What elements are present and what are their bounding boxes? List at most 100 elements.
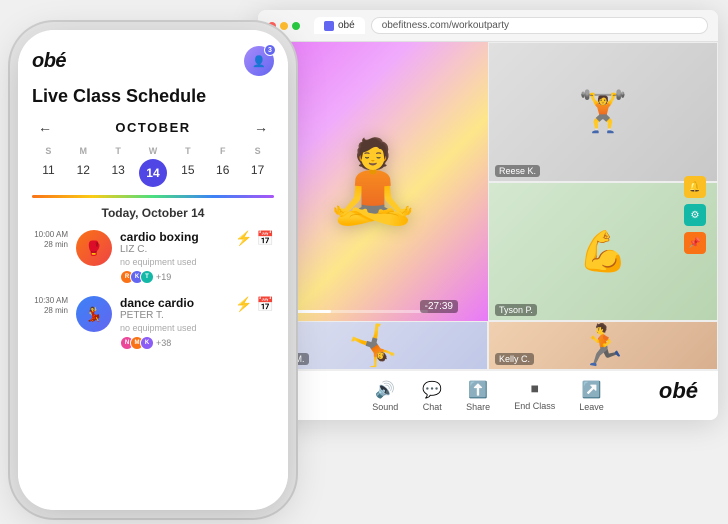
calendar-days: S M T W T F S 11 12 13 14 15 16 17 [32, 145, 274, 187]
class-instructor-2: PETER T. [120, 310, 227, 321]
next-month-button[interactable]: → [248, 117, 274, 137]
class-item-1: 10:00 AM 28 min 🥊 cardio boxing LIZ C. n… [32, 230, 274, 284]
class-time-1: 10:00 AM 28 min [32, 230, 68, 251]
day-header-m: M [67, 145, 100, 157]
video-grid: 🧘 -27:39 🏋️ Reese K. 💪 Tyson P. 🤸 Sandi … [258, 42, 718, 370]
browser-window-controls [268, 22, 300, 30]
schedule-title: Live Class Schedule [32, 86, 274, 107]
phone-screen: obé 👤 3 Live Class Schedule ← OCTOBER → … [18, 30, 288, 510]
class-instructor-1: LIZ C. [120, 244, 227, 255]
class-participants-1: R K T +19 [120, 270, 227, 284]
browser-tab[interactable]: obé [314, 17, 365, 34]
day-header-s2: S [241, 145, 274, 157]
calendar-add-icon-1[interactable]: 📅 [257, 230, 274, 247]
share-icon: ⬆️ [468, 380, 488, 400]
participant-count-1: +19 [156, 272, 171, 282]
leave-icon: ↗️ [582, 380, 602, 400]
chat-icon: 💬 [422, 380, 442, 400]
participant-video-4: 🏃 Kelly C. [488, 321, 718, 370]
participant-name-2: Tyson P. [495, 304, 537, 316]
browser-content: 🧘 -27:39 🏋️ Reese K. 💪 Tyson P. 🤸 Sandi … [258, 42, 718, 420]
browser-bar: obé obefitness.com/workoutparty [258, 10, 718, 42]
tab-title: obé [338, 20, 355, 31]
day-11[interactable]: 11 [32, 159, 65, 187]
class-equipment-1: no equipment used [120, 257, 227, 267]
day-16[interactable]: 16 [206, 159, 239, 187]
maximize-window-button[interactable] [292, 22, 300, 30]
class-thumbnail-1: 🥊 [76, 230, 112, 266]
participant-avatars-1: R K T [120, 270, 154, 284]
sound-icon: 🔊 [375, 380, 395, 400]
day-12[interactable]: 12 [67, 159, 100, 187]
class-participants-2: N M K +38 [120, 336, 227, 350]
leave-button[interactable]: ↗️ Leave [579, 380, 604, 412]
participant-avatar-2c: K [140, 336, 154, 350]
url-bar[interactable]: obefitness.com/workoutparty [371, 17, 708, 34]
end-class-button[interactable]: ⏹ End Class [514, 381, 555, 411]
sound-button[interactable]: 🔊 Sound [372, 380, 398, 412]
participant-name-1: Reese K. [495, 165, 540, 177]
phone-mockup: obé 👤 3 Live Class Schedule ← OCTOBER → … [18, 30, 288, 510]
participant-avatar-1c: T [140, 270, 154, 284]
participant-figure-1: 🏋️ [489, 43, 717, 181]
day-15[interactable]: 15 [171, 159, 204, 187]
browser-mockup: obé obefitness.com/workoutparty 🧘 -27:39… [258, 10, 718, 420]
share-label: Share [466, 402, 490, 412]
day-17[interactable]: 17 [241, 159, 274, 187]
participant-name-4: Kelly C. [495, 353, 534, 365]
leave-label: Leave [579, 402, 604, 412]
video-toolbar: 🔊 Sound 💬 Chat ⬆️ Share ⏹ End Class ↗️ L… [258, 370, 718, 420]
prev-month-button[interactable]: ← [32, 117, 58, 137]
close-window-button[interactable] [268, 22, 276, 30]
chat-label: Chat [423, 402, 442, 412]
participant-figure-2: 💪 [489, 183, 717, 321]
class-name-2: dance cardio [120, 296, 227, 310]
class-item-2: 10:30 AM 28 min 💃 dance cardio PETER T. … [32, 296, 274, 350]
class-equipment-2: no equipment used [120, 323, 227, 333]
class-info-1: cardio boxing LIZ C. no equipment used R… [120, 230, 227, 284]
day-header-s1: S [32, 145, 65, 157]
right-control-1[interactable]: 🔔 [684, 176, 706, 198]
participant-count-2: +38 [156, 338, 171, 348]
gradient-line [32, 195, 274, 198]
video-timer: -27:39 [420, 300, 458, 313]
avatar-badge: 3 [264, 44, 276, 56]
phone-logo: obé [32, 50, 66, 73]
minimize-window-button[interactable] [280, 22, 288, 30]
month-label: OCTOBER [115, 120, 190, 135]
today-label: Today, October 14 [32, 206, 274, 220]
day-header-t2: T [171, 145, 204, 157]
sound-label: Sound [372, 402, 398, 412]
class-info-2: dance cardio PETER T. no equipment used … [120, 296, 227, 350]
right-controls: 🔔 ⚙ 📌 [684, 176, 706, 254]
phone-header: obé 👤 3 [32, 46, 274, 76]
instructor-figure: 🧘 [323, 135, 423, 229]
class-actions-2: ⚡ 📅 [235, 296, 274, 313]
day-header-t1: T [102, 145, 135, 157]
end-class-label: End Class [514, 401, 555, 411]
calendar-add-icon-2[interactable]: 📅 [257, 296, 274, 313]
end-class-icon: ⏹ [531, 381, 539, 399]
filter-icon-1[interactable]: ⚡ [235, 230, 252, 247]
month-nav: ← OCTOBER → [32, 117, 274, 137]
obe-watermark: obé [659, 378, 698, 404]
right-control-2[interactable]: ⚙ [684, 204, 706, 226]
class-time-2: 10:30 AM 28 min [32, 296, 68, 317]
right-control-3[interactable]: 📌 [684, 232, 706, 254]
day-header-f: F [206, 145, 239, 157]
class-thumbnail-2: 💃 [76, 296, 112, 332]
phone-avatar[interactable]: 👤 3 [244, 46, 274, 76]
day-13[interactable]: 13 [102, 159, 135, 187]
participant-video-3: 🤸 Sandi M. [258, 321, 488, 370]
day-header-w: W [137, 145, 170, 157]
participant-avatars-2: N M K [120, 336, 154, 350]
day-14[interactable]: 14 [139, 159, 167, 187]
class-actions-1: ⚡ 📅 [235, 230, 274, 247]
share-button[interactable]: ⬆️ Share [466, 380, 490, 412]
participant-video-1: 🏋️ Reese K. [488, 42, 718, 182]
main-video: 🧘 -27:39 [258, 42, 488, 321]
filter-icon-2[interactable]: ⚡ [235, 296, 252, 313]
video-progress-bar[interactable] [266, 310, 428, 313]
chat-button[interactable]: 💬 Chat [422, 380, 442, 412]
tab-favicon [324, 21, 334, 31]
